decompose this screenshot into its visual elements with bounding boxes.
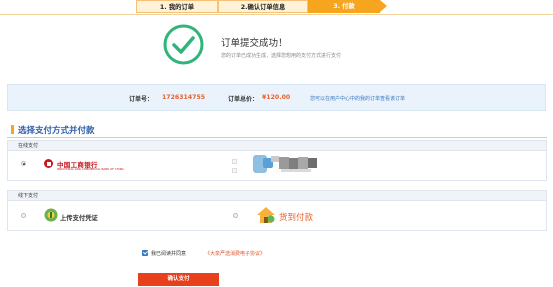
checkout-progress: 1. 我的订单 2.确认订单信息 3. 付款 [0, 0, 553, 15]
agreement-text: 我已阅读并同意 [151, 251, 187, 257]
step-confirm-order: 2.确认订单信息 [218, 0, 308, 13]
success-subtitle: 您的订单已成功生成，选择您想用的支付方式进行支付 [221, 53, 342, 59]
offline-payment-group: 线下支付 [7, 190, 547, 231]
success-title: 订单提交成功！ [221, 38, 288, 49]
step-arrow [380, 0, 387, 12]
online-payment-header: 在线支付 [8, 141, 546, 151]
order-number: 1726314755 [162, 94, 206, 101]
order-total: ¥120.00 [262, 94, 291, 101]
success-check-icon [163, 24, 204, 65]
cash-on-delivery-icon [257, 207, 275, 223]
section-divider [7, 137, 547, 138]
order-total-label: 订单总价： [228, 96, 259, 103]
upload-voucher-icon [44, 208, 58, 222]
agreement-checkbox[interactable] [142, 250, 148, 256]
radio-cash-on-delivery[interactable] [233, 213, 238, 218]
confirm-pay-button[interactable]: 确认支付 [138, 273, 219, 286]
section-marker [11, 125, 14, 134]
steps-divider [0, 14, 553, 15]
radio-second-bank[interactable] [232, 159, 237, 164]
cash-on-delivery-label: 货到付款 [279, 213, 314, 223]
offline-payment-header: 线下支付 [8, 191, 546, 201]
view-order-link[interactable]: 您可以在用户中心中的我的订单查看该订单 [310, 95, 405, 102]
icbc-bank-english: INDUSTRIAL AND COMMERCIAL BANK OF CHINA [57, 167, 124, 171]
step-my-order: 1. 我的订单 [136, 0, 218, 13]
offline-payment-label: 线下支付 [18, 193, 39, 199]
agreement-link[interactable]: 《大泉严选消费电子协议》 [205, 250, 265, 257]
order-number-label: 订单号： [129, 96, 154, 103]
upload-voucher-label: 上传支付凭证 [60, 215, 98, 222]
radio-upload-proof[interactable] [21, 213, 26, 218]
step-payment: 3. 付款 [308, 0, 380, 13]
icbc-logo-icon [44, 159, 53, 168]
radio-icbc[interactable] [21, 161, 26, 166]
radio-second-bank-alt[interactable] [232, 168, 237, 173]
payment-section-title: 选择支付方式并付款 [18, 126, 95, 136]
online-payment-label: 在线支付 [18, 143, 39, 149]
blurred-bank-logo [253, 155, 317, 173]
